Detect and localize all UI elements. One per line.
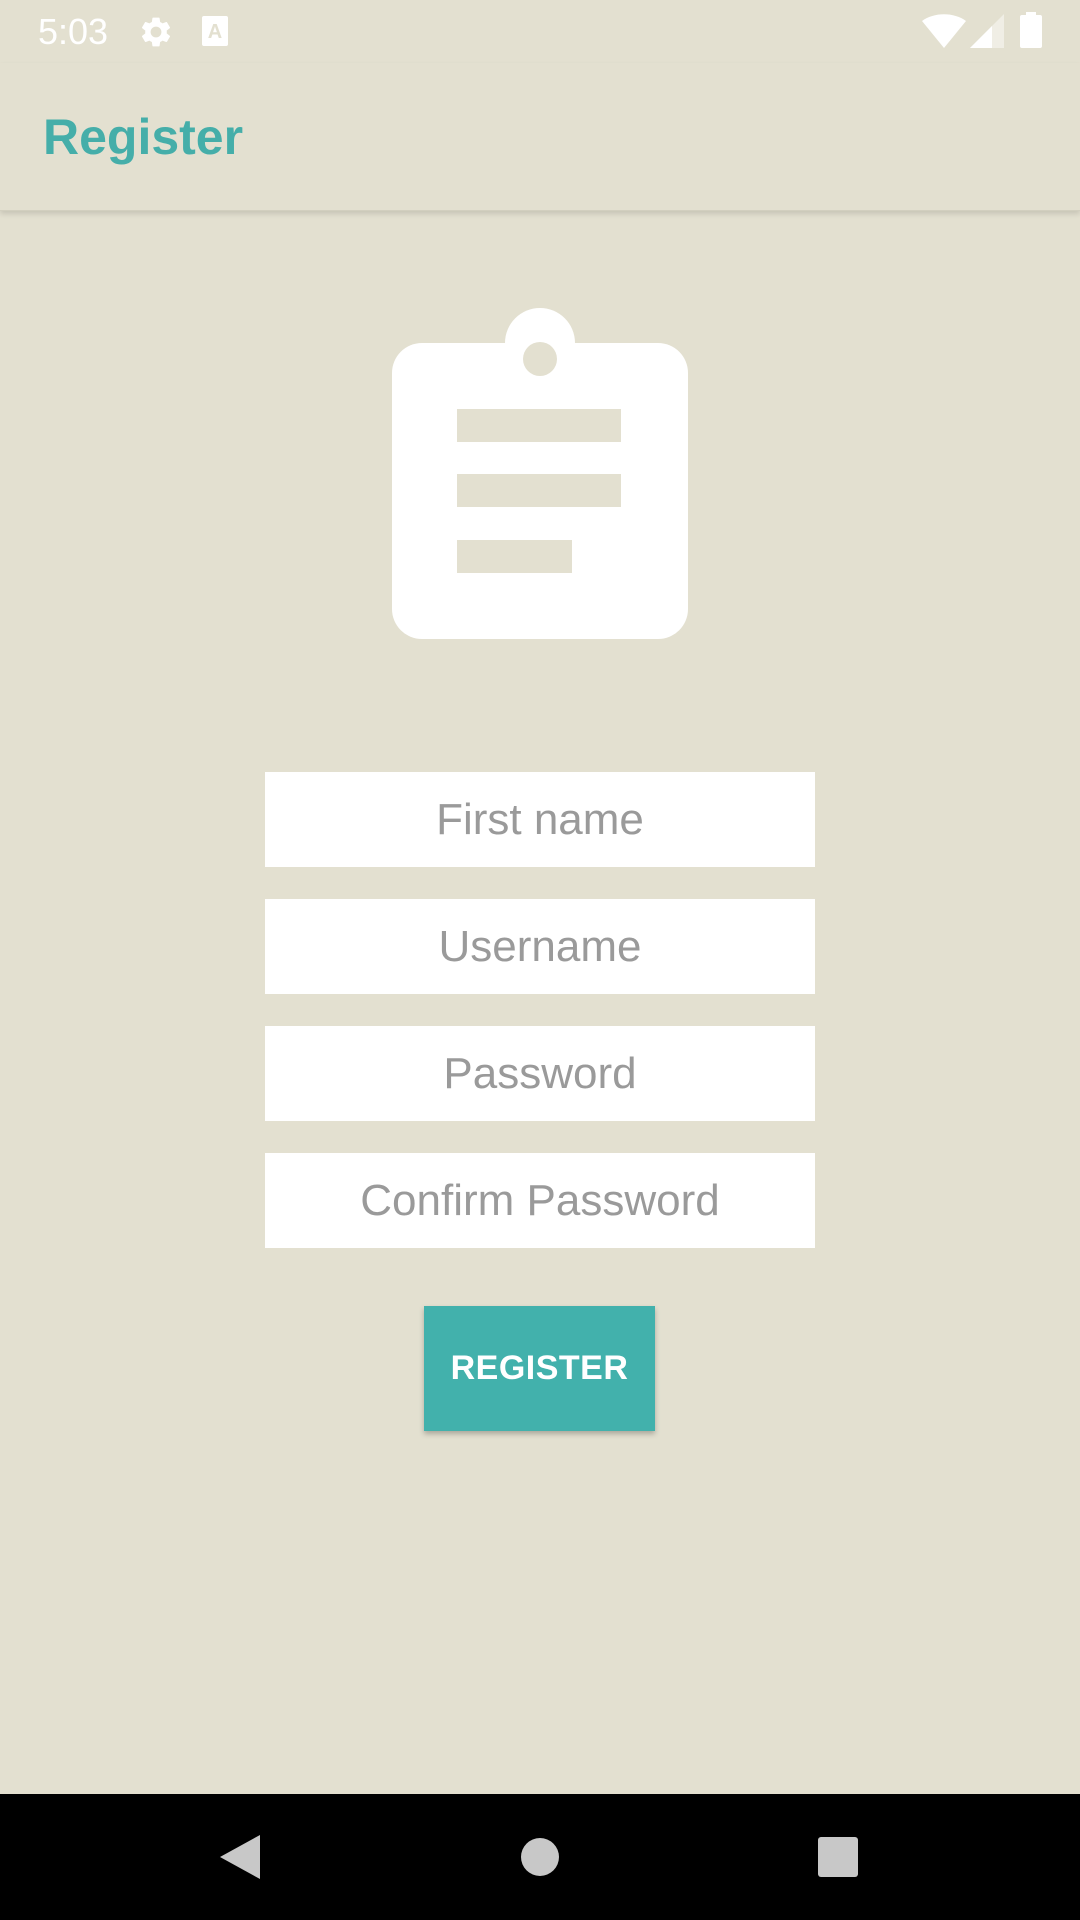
page-title: Register <box>43 109 244 165</box>
first-name-field[interactable] <box>265 772 815 867</box>
recents-icon[interactable] <box>808 1827 868 1887</box>
confirm-password-field[interactable] <box>265 1153 815 1248</box>
register-screen: 5:03 A Register First name Username REGI… <box>0 0 1080 1920</box>
svg-text:A: A <box>208 21 222 43</box>
wifi-icon <box>922 14 966 53</box>
cell-signal-icon <box>970 14 1004 53</box>
register-button[interactable]: REGISTER <box>424 1306 655 1431</box>
text-a-icon: A <box>202 16 228 51</box>
back-icon[interactable] <box>208 1827 268 1887</box>
status-time: 5:03 <box>38 11 109 52</box>
settings-icon <box>138 14 174 55</box>
status-bar: 5:03 A <box>0 0 1080 63</box>
app-bar: Register <box>0 63 1080 211</box>
battery-icon <box>1020 12 1042 53</box>
username-field[interactable] <box>265 899 815 994</box>
password-field[interactable] <box>265 1026 815 1121</box>
home-icon[interactable] <box>510 1827 570 1887</box>
navigation-bar <box>0 1794 1080 1920</box>
clipboard-icon <box>390 308 690 645</box>
